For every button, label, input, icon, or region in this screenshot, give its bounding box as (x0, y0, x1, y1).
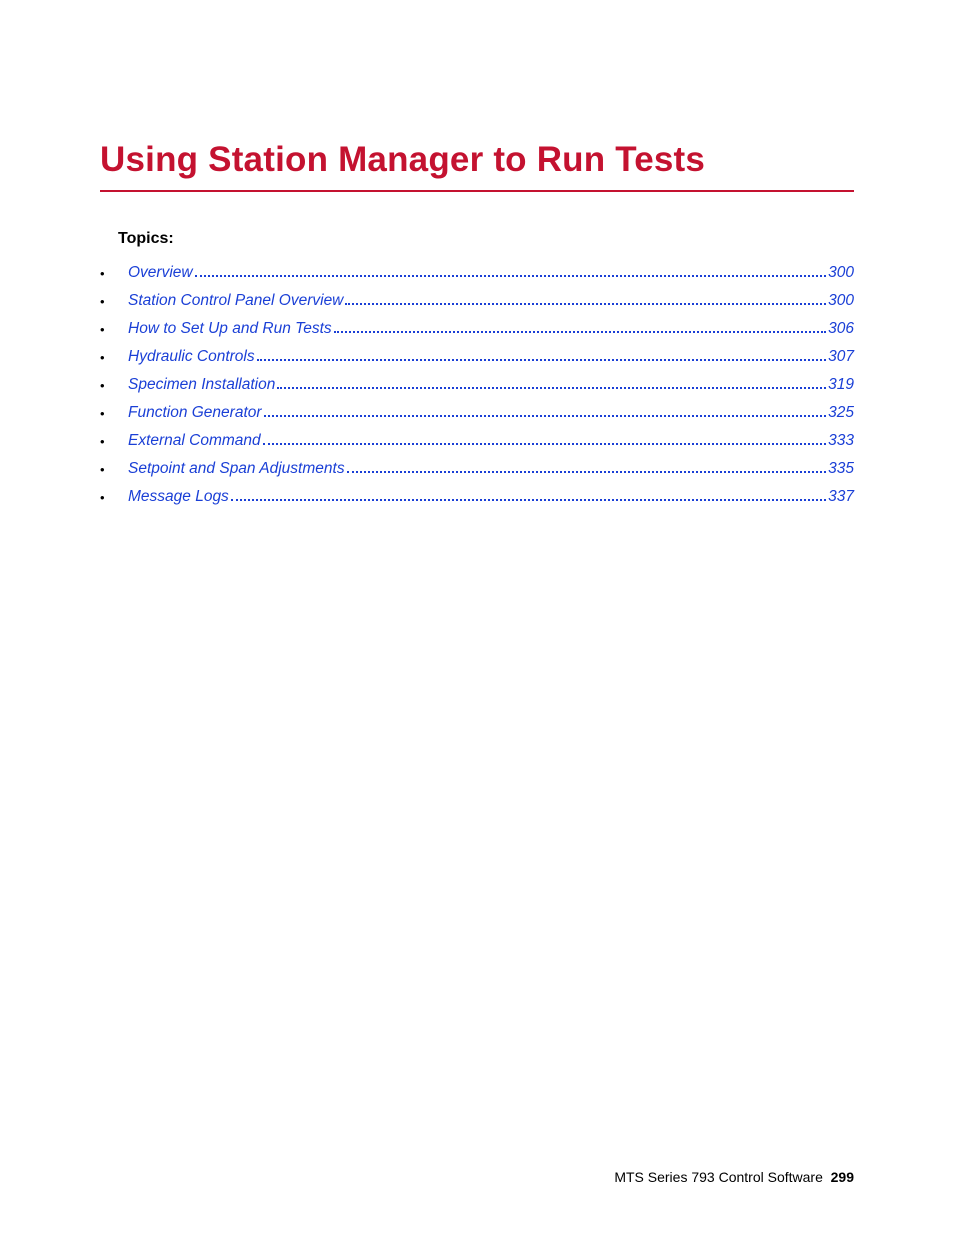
footer-page-number: 299 (831, 1169, 854, 1185)
toc-label: Function Generator (128, 404, 262, 422)
toc-entry-specimen-installation[interactable]: • Specimen Installation 319 (100, 376, 854, 394)
bullet-icon: • (100, 406, 105, 421)
toc-label: Specimen Installation (128, 376, 275, 394)
bullet-icon: • (100, 350, 105, 365)
topics-heading: Topics: (118, 230, 854, 248)
toc-entry-setpoint-and-span-adjustments[interactable]: • Setpoint and Span Adjustments 335 (100, 460, 854, 478)
page-footer: MTS Series 793 Control Software 299 (614, 1169, 854, 1185)
toc-entry-function-generator[interactable]: • Function Generator 325 (100, 404, 854, 422)
toc-label: How to Set Up and Run Tests (128, 320, 332, 338)
toc-page: 300 (828, 292, 854, 310)
bullet-icon: • (100, 266, 105, 281)
toc-leader (334, 331, 827, 333)
toc-page: 333 (828, 432, 854, 450)
bullet-icon: • (100, 434, 105, 449)
bullet-icon: • (100, 490, 105, 505)
toc-page: 335 (828, 460, 854, 478)
toc-page: 319 (828, 376, 854, 394)
toc-entry-overview[interactable]: • Overview 300 (100, 264, 854, 282)
toc-label: Hydraulic Controls (128, 348, 255, 366)
toc-entry-message-logs[interactable]: • Message Logs 337 (100, 488, 854, 506)
bullet-icon: • (100, 322, 105, 337)
toc-label: Overview (128, 264, 193, 282)
toc-page: 300 (828, 264, 854, 282)
toc-leader (257, 359, 826, 361)
toc-leader (263, 443, 826, 445)
toc-page: 306 (828, 320, 854, 338)
bullet-icon: • (100, 462, 105, 477)
toc-entry-external-command[interactable]: • External Command 333 (100, 432, 854, 450)
toc-label: Setpoint and Span Adjustments (128, 460, 345, 478)
toc-label: Message Logs (128, 488, 229, 506)
toc-page: 307 (828, 348, 854, 366)
bullet-icon: • (100, 294, 105, 309)
toc-label: Station Control Panel Overview (128, 292, 343, 310)
toc-leader (345, 303, 826, 305)
toc-leader (277, 387, 826, 389)
toc-label: External Command (128, 432, 261, 450)
toc-leader (264, 415, 827, 417)
toc-entry-station-control-panel-overview[interactable]: • Station Control Panel Overview 300 (100, 292, 854, 310)
toc-leader (347, 471, 827, 473)
toc-page: 325 (828, 404, 854, 422)
toc-leader (231, 499, 826, 501)
toc-entry-hydraulic-controls[interactable]: • Hydraulic Controls 307 (100, 348, 854, 366)
chapter-title: Using Station Manager to Run Tests (100, 140, 854, 192)
toc-leader (195, 275, 827, 277)
toc-entry-how-to-set-up-and-run-tests[interactable]: • How to Set Up and Run Tests 306 (100, 320, 854, 338)
topics-list: • Overview 300 • Station Control Panel O… (100, 264, 854, 506)
footer-doc-title: MTS Series 793 Control Software (614, 1169, 823, 1185)
document-page: Using Station Manager to Run Tests Topic… (0, 0, 954, 506)
bullet-icon: • (100, 378, 105, 393)
toc-page: 337 (828, 488, 854, 506)
